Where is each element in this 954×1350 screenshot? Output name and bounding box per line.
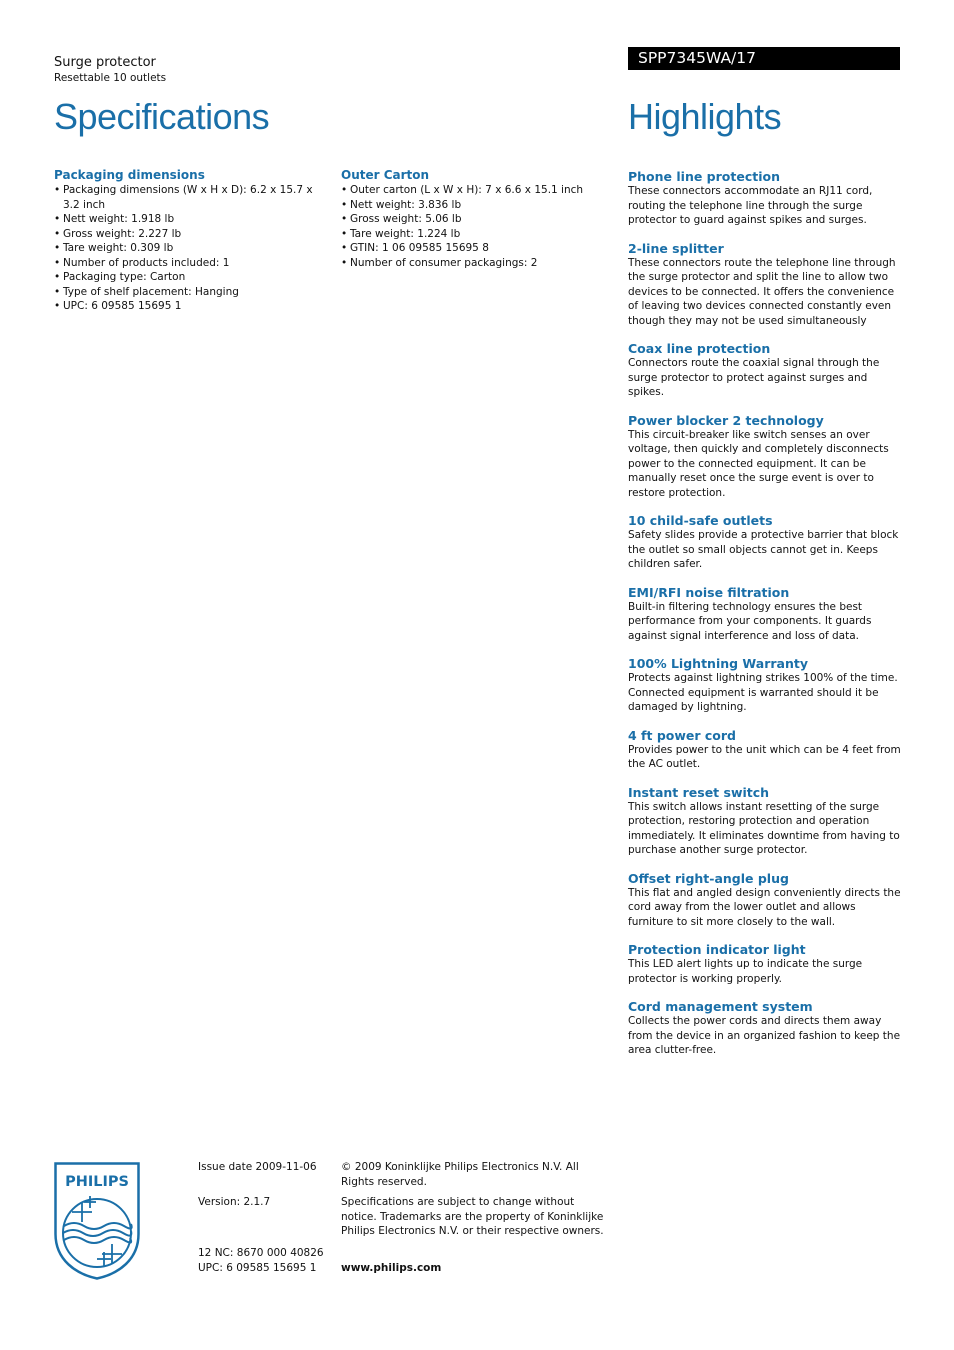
highlight-item: EMI/RFI noise filtration Built-in filter…	[628, 584, 904, 644]
spec-item: Packaging dimensions (W x H x D): 6.2 x …	[54, 183, 314, 212]
highlight-description: This switch allows instant resetting of …	[628, 800, 900, 857]
highlight-description: Built-in filtering technology ensures th…	[628, 600, 872, 642]
highlight-item: 2-line splitter These connectors route t…	[628, 240, 904, 329]
highlight-item: 10 child-safe outlets Safety slides prov…	[628, 514, 904, 572]
website-link[interactable]: www.philips.com	[341, 1261, 441, 1276]
highlight-item: 4 ft power cord Provides power to the un…	[628, 727, 904, 772]
highlight-description: This circuit-breaker like switch senses …	[628, 428, 889, 499]
version: Version: 2.1.7	[198, 1196, 271, 1208]
disclaimer: Specifications are subject to change wit…	[341, 1196, 604, 1237]
product-subtitle: Resettable 10 outlets	[54, 72, 167, 84]
highlight-description: This flat and angled design conveniently…	[628, 886, 901, 928]
highlight-title: 2-line splitter	[628, 240, 724, 256]
spec-item: Type of shelf placement: Hanging	[54, 285, 314, 300]
logo-wordmark: PHILIPS	[65, 1174, 129, 1190]
highlight-title: 4 ft power cord	[628, 727, 737, 743]
product-name: Surge protector	[54, 55, 156, 70]
issue-date: Issue date 2009-11-06	[198, 1161, 317, 1173]
spec-item: UPC: 6 09585 15695 1	[54, 299, 314, 314]
spec-item: Tare weight: 0.309 lb	[54, 241, 314, 256]
highlight-title: 100% Lightning Warranty	[628, 656, 808, 671]
highlights-title: Highlights	[628, 96, 782, 137]
highlight-item: Phone line protection These connectors a…	[628, 170, 904, 228]
spec-item: GTIN: 1 06 09585 15695 8	[341, 241, 611, 256]
highlight-item: Offset right-angle plug This flat and an…	[628, 870, 904, 930]
highlight-description: Protects against lightning strikes 100% …	[628, 672, 898, 713]
spec-item: Number of consumer packagings: 2	[341, 256, 611, 271]
spec-item: Outer carton (L x W x H): 7 x 6.6 x 15.1…	[341, 183, 611, 198]
spec-item: Nett weight: 1.918 lb	[54, 212, 314, 227]
highlight-title: Protection indicator light	[628, 942, 806, 957]
highlight-description: Connectors route the coaxial signal thro…	[628, 357, 880, 398]
highlight-description: This LED alert lights up to indicate the…	[628, 958, 863, 985]
spec-list: Packaging dimensions (W x H x D): 6.2 x …	[54, 183, 314, 314]
section-title: Packaging dimensions	[54, 168, 205, 182]
model-number-banner: SPP7345WA/17	[628, 47, 900, 70]
section-title: Outer Carton	[341, 168, 430, 182]
spec-item: Number of products included: 1	[54, 256, 314, 271]
highlight-item: Instant reset switch This switch allows …	[628, 784, 904, 858]
copyright-notice: © 2009 Koninklijke Philips Electronics N…	[341, 1161, 579, 1188]
twelve-nc-code: 12 NC: 8670 000 40826	[198, 1247, 324, 1259]
highlight-item: Power blocker 2 technology This circuit-…	[628, 412, 904, 501]
spec-item: Nett weight: 3.836 lb	[341, 198, 611, 213]
highlight-item: 100% Lightning Warranty Protects against…	[628, 657, 904, 715]
highlight-description: These connectors route the telephone lin…	[628, 256, 896, 327]
philips-shield-icon: PHILIPS	[54, 1162, 140, 1280]
spec-item: Packaging type: Carton	[54, 270, 314, 285]
highlight-title: Offset right-angle plug	[628, 870, 789, 886]
highlight-title: Power blocker 2 technology	[628, 412, 824, 428]
highlight-title: Phone line protection	[628, 169, 780, 184]
spec-item: Gross weight: 5.06 lb	[341, 212, 611, 227]
highlight-description: Provides power to the unit which can be …	[628, 743, 901, 771]
specifications-title: Specifications	[54, 96, 270, 137]
highlight-title: Cord management system	[628, 999, 813, 1014]
highlight-title: EMI/RFI noise filtration	[628, 584, 790, 600]
spec-item: Gross weight: 2.227 lb	[54, 227, 314, 242]
highlight-item: Coax line protection Connectors route th…	[628, 342, 904, 400]
spec-item: Tare weight: 1.224 lb	[341, 227, 611, 242]
philips-shield-logo: PHILIPS	[54, 1162, 140, 1280]
spec-list: Outer carton (L x W x H): 7 x 6.6 x 15.1…	[341, 183, 611, 270]
highlight-title: Instant reset switch	[628, 784, 770, 800]
highlight-description: These connectors accommodate an RJ11 cor…	[628, 185, 873, 226]
spec-section-packaging-dimensions: Packaging dimensions Packaging dimension…	[54, 168, 314, 314]
highlight-title: 10 child-safe outlets	[628, 513, 773, 528]
highlight-description: Safety slides provide a protective barri…	[628, 529, 899, 570]
highlight-item: Protection indicator light This LED aler…	[628, 943, 904, 986]
highlight-item: Cord management system Collects the powe…	[628, 1000, 904, 1058]
highlight-title: Coax line protection	[628, 341, 771, 356]
highlight-description: Collects the power cords and directs the…	[628, 1015, 901, 1056]
spec-section-outer-carton: Outer Carton Outer carton (L x W x H): 7…	[341, 168, 611, 270]
upc-code: UPC: 6 09585 15695 1	[198, 1262, 317, 1274]
highlights-list: Phone line protection These connectors a…	[628, 170, 904, 1072]
